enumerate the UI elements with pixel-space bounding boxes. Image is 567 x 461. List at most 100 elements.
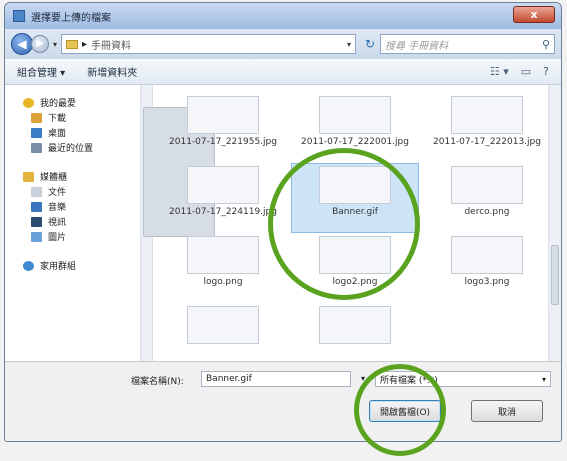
- file-thumbnail-icon: [187, 236, 259, 274]
- title-bar: 選擇要上傳的檔案 x: [5, 3, 561, 29]
- file-type-value: 所有檔案 (*.*): [380, 375, 438, 386]
- file-thumbnail-icon: [319, 306, 391, 344]
- pictures-icon: [31, 231, 42, 242]
- sidebar-item-music[interactable]: 音樂: [5, 199, 152, 214]
- file-name: logo.png: [203, 277, 243, 287]
- file-thumbnail-icon: [187, 166, 259, 204]
- sidebar-scrollbar[interactable]: [140, 85, 215, 363]
- music-icon: [31, 201, 42, 212]
- sidebar-item-homegroup[interactable]: 家用群組: [5, 258, 152, 273]
- file-grid: 2011-07-17_221955.jpg 2011-07-17_222001.j…: [153, 93, 561, 373]
- sidebar-item-label: 下載: [48, 114, 67, 124]
- file-item[interactable]: logo3.png: [423, 233, 551, 303]
- sidebar-item-label: 家用群組: [40, 262, 77, 272]
- breadcrumb[interactable]: ▸ 手冊資料 ▾: [61, 34, 356, 54]
- file-name: derco.png: [464, 207, 510, 217]
- sidebar-item-label: 視訊: [48, 218, 67, 228]
- file-name: 2011-07-17_224119.jpg: [169, 207, 277, 217]
- file-thumbnail-icon: [187, 306, 259, 344]
- file-item[interactable]: logo.png: [159, 233, 287, 303]
- open-button[interactable]: 開啟舊檔(O): [369, 400, 441, 422]
- library-icon: [23, 171, 34, 182]
- search-icon[interactable]: ⚲: [542, 38, 550, 51]
- favorites-section: 我的最愛 下載 桌面 最近的位置: [5, 95, 152, 155]
- navigation-pane: 我的最愛 下載 桌面 最近的位置 媒體櫃 文件 音樂 視訊 圖片 家用群組: [5, 85, 215, 363]
- browser-area: 我的最愛 下載 桌面 最近的位置 媒體櫃 文件 音樂 視訊 圖片 家用群組 20…: [5, 85, 561, 363]
- sidebar-item-favorites[interactable]: 我的最愛: [5, 95, 152, 110]
- refresh-button[interactable]: ↻: [360, 34, 380, 54]
- sidebar-item-label: 文件: [48, 188, 67, 198]
- file-thumbnail-icon: [451, 236, 523, 274]
- file-thumbnail-icon: [451, 166, 523, 204]
- download-folder-icon: [31, 112, 42, 123]
- libraries-section: 媒體櫃 文件 音樂 視訊 圖片: [5, 169, 152, 244]
- sidebar-item-videos[interactable]: 視訊: [5, 214, 152, 229]
- sidebar-item-pictures[interactable]: 圖片: [5, 229, 152, 244]
- file-name: logo3.png: [464, 277, 510, 287]
- chevron-down-icon[interactable]: ▾: [542, 375, 546, 384]
- documents-icon: [31, 186, 42, 197]
- organize-menu[interactable]: 組合管理 ▾: [17, 64, 65, 79]
- back-button[interactable]: ◀: [11, 33, 33, 55]
- file-item[interactable]: 2011-07-17_221955.jpg: [159, 93, 287, 163]
- dialog-icon: [13, 10, 25, 22]
- filename-label: 檔案名稱(N):: [131, 377, 184, 387]
- filename-input[interactable]: Banner.gif: [201, 371, 351, 387]
- file-item[interactable]: 2011-07-17_224119.jpg: [159, 163, 287, 233]
- new-folder-button[interactable]: 新增資料夾: [87, 64, 137, 79]
- address-bar: ◀ ▶ ▾ ▸ 手冊資料 ▾ ↻ 搜尋 手冊資料 ⚲: [5, 29, 561, 59]
- sidebar-item-downloads[interactable]: 下載: [5, 110, 152, 125]
- help-icon[interactable]: ?: [543, 65, 549, 78]
- file-list-scroll-thumb[interactable]: [551, 245, 559, 305]
- file-open-dialog: 選擇要上傳的檔案 x ◀ ▶ ▾ ▸ 手冊資料 ▾ ↻ 搜尋 手冊資料 ⚲ 組合…: [4, 2, 562, 442]
- breadcrumb-folder[interactable]: 手冊資料: [91, 37, 131, 52]
- file-name: 2011-07-17_221955.jpg: [169, 137, 277, 147]
- file-list-scrollbar[interactable]: [548, 85, 561, 363]
- sidebar-item-libraries[interactable]: 媒體櫃: [5, 169, 152, 184]
- file-item[interactable]: Banner.gif: [291, 163, 419, 233]
- sidebar-item-label: 媒體櫃: [40, 173, 68, 183]
- star-icon: [23, 97, 34, 108]
- file-name: 2011-07-17_222001.jpg: [301, 137, 409, 147]
- file-thumbnail-icon: [319, 166, 391, 204]
- file-thumbnail-icon: [187, 96, 259, 134]
- command-toolbar: 組合管理 ▾ 新增資料夾 ☷ ▾ ▭ ?: [5, 59, 561, 85]
- filename-dropdown-icon[interactable]: ▾: [355, 371, 371, 387]
- sidebar-item-label: 我的最愛: [40, 99, 77, 109]
- file-thumbnail-icon: [319, 236, 391, 274]
- sidebar-item-label: 最近的位置: [48, 144, 94, 154]
- forward-button[interactable]: ▶: [31, 35, 49, 53]
- breadcrumb-root[interactable]: ▸: [82, 39, 87, 50]
- file-name: Banner.gif: [332, 207, 378, 217]
- homegroup-icon: [23, 260, 34, 271]
- recent-places-icon: [31, 142, 42, 153]
- file-list: 2011-07-17_221955.jpg 2011-07-17_222001.j…: [153, 85, 561, 363]
- file-item[interactable]: 2011-07-17_222013.jpg: [423, 93, 551, 163]
- desktop-icon: [31, 127, 42, 138]
- file-type-select[interactable]: 所有檔案 (*.*) ▾: [375, 371, 551, 387]
- sidebar-item-label: 音樂: [48, 203, 67, 213]
- file-thumbnail-icon: [451, 96, 523, 134]
- file-item[interactable]: 2011-07-17_222001.jpg: [291, 93, 419, 163]
- file-name: logo2.png: [332, 277, 378, 287]
- recent-pages-dropdown[interactable]: ▾: [53, 40, 57, 49]
- sidebar-item-recent[interactable]: 最近的位置: [5, 140, 152, 155]
- path-dropdown-icon[interactable]: ▾: [347, 40, 351, 49]
- search-input[interactable]: 搜尋 手冊資料 ⚲: [380, 34, 555, 54]
- search-placeholder: 搜尋 手冊資料: [385, 40, 449, 52]
- sidebar-item-documents[interactable]: 文件: [5, 184, 152, 199]
- file-item[interactable]: derco.png: [423, 163, 551, 233]
- close-button[interactable]: x: [513, 6, 555, 23]
- homegroup-section: 家用群組: [5, 258, 152, 273]
- view-options-icon[interactable]: ☷ ▾: [490, 65, 509, 78]
- dialog-title: 選擇要上傳的檔案: [31, 12, 111, 24]
- preview-pane-icon[interactable]: ▭: [521, 65, 531, 78]
- dialog-footer: 檔案名稱(N): Banner.gif ▾ 所有檔案 (*.*) ▾ 開啟舊檔(…: [5, 361, 561, 441]
- file-item[interactable]: logo2.png: [291, 233, 419, 303]
- file-thumbnail-icon: [319, 96, 391, 134]
- video-icon: [31, 216, 42, 227]
- cancel-button[interactable]: 取消: [471, 400, 543, 422]
- sidebar-item-desktop[interactable]: 桌面: [5, 125, 152, 140]
- folder-icon: [66, 39, 79, 49]
- file-name: 2011-07-17_222013.jpg: [433, 137, 541, 147]
